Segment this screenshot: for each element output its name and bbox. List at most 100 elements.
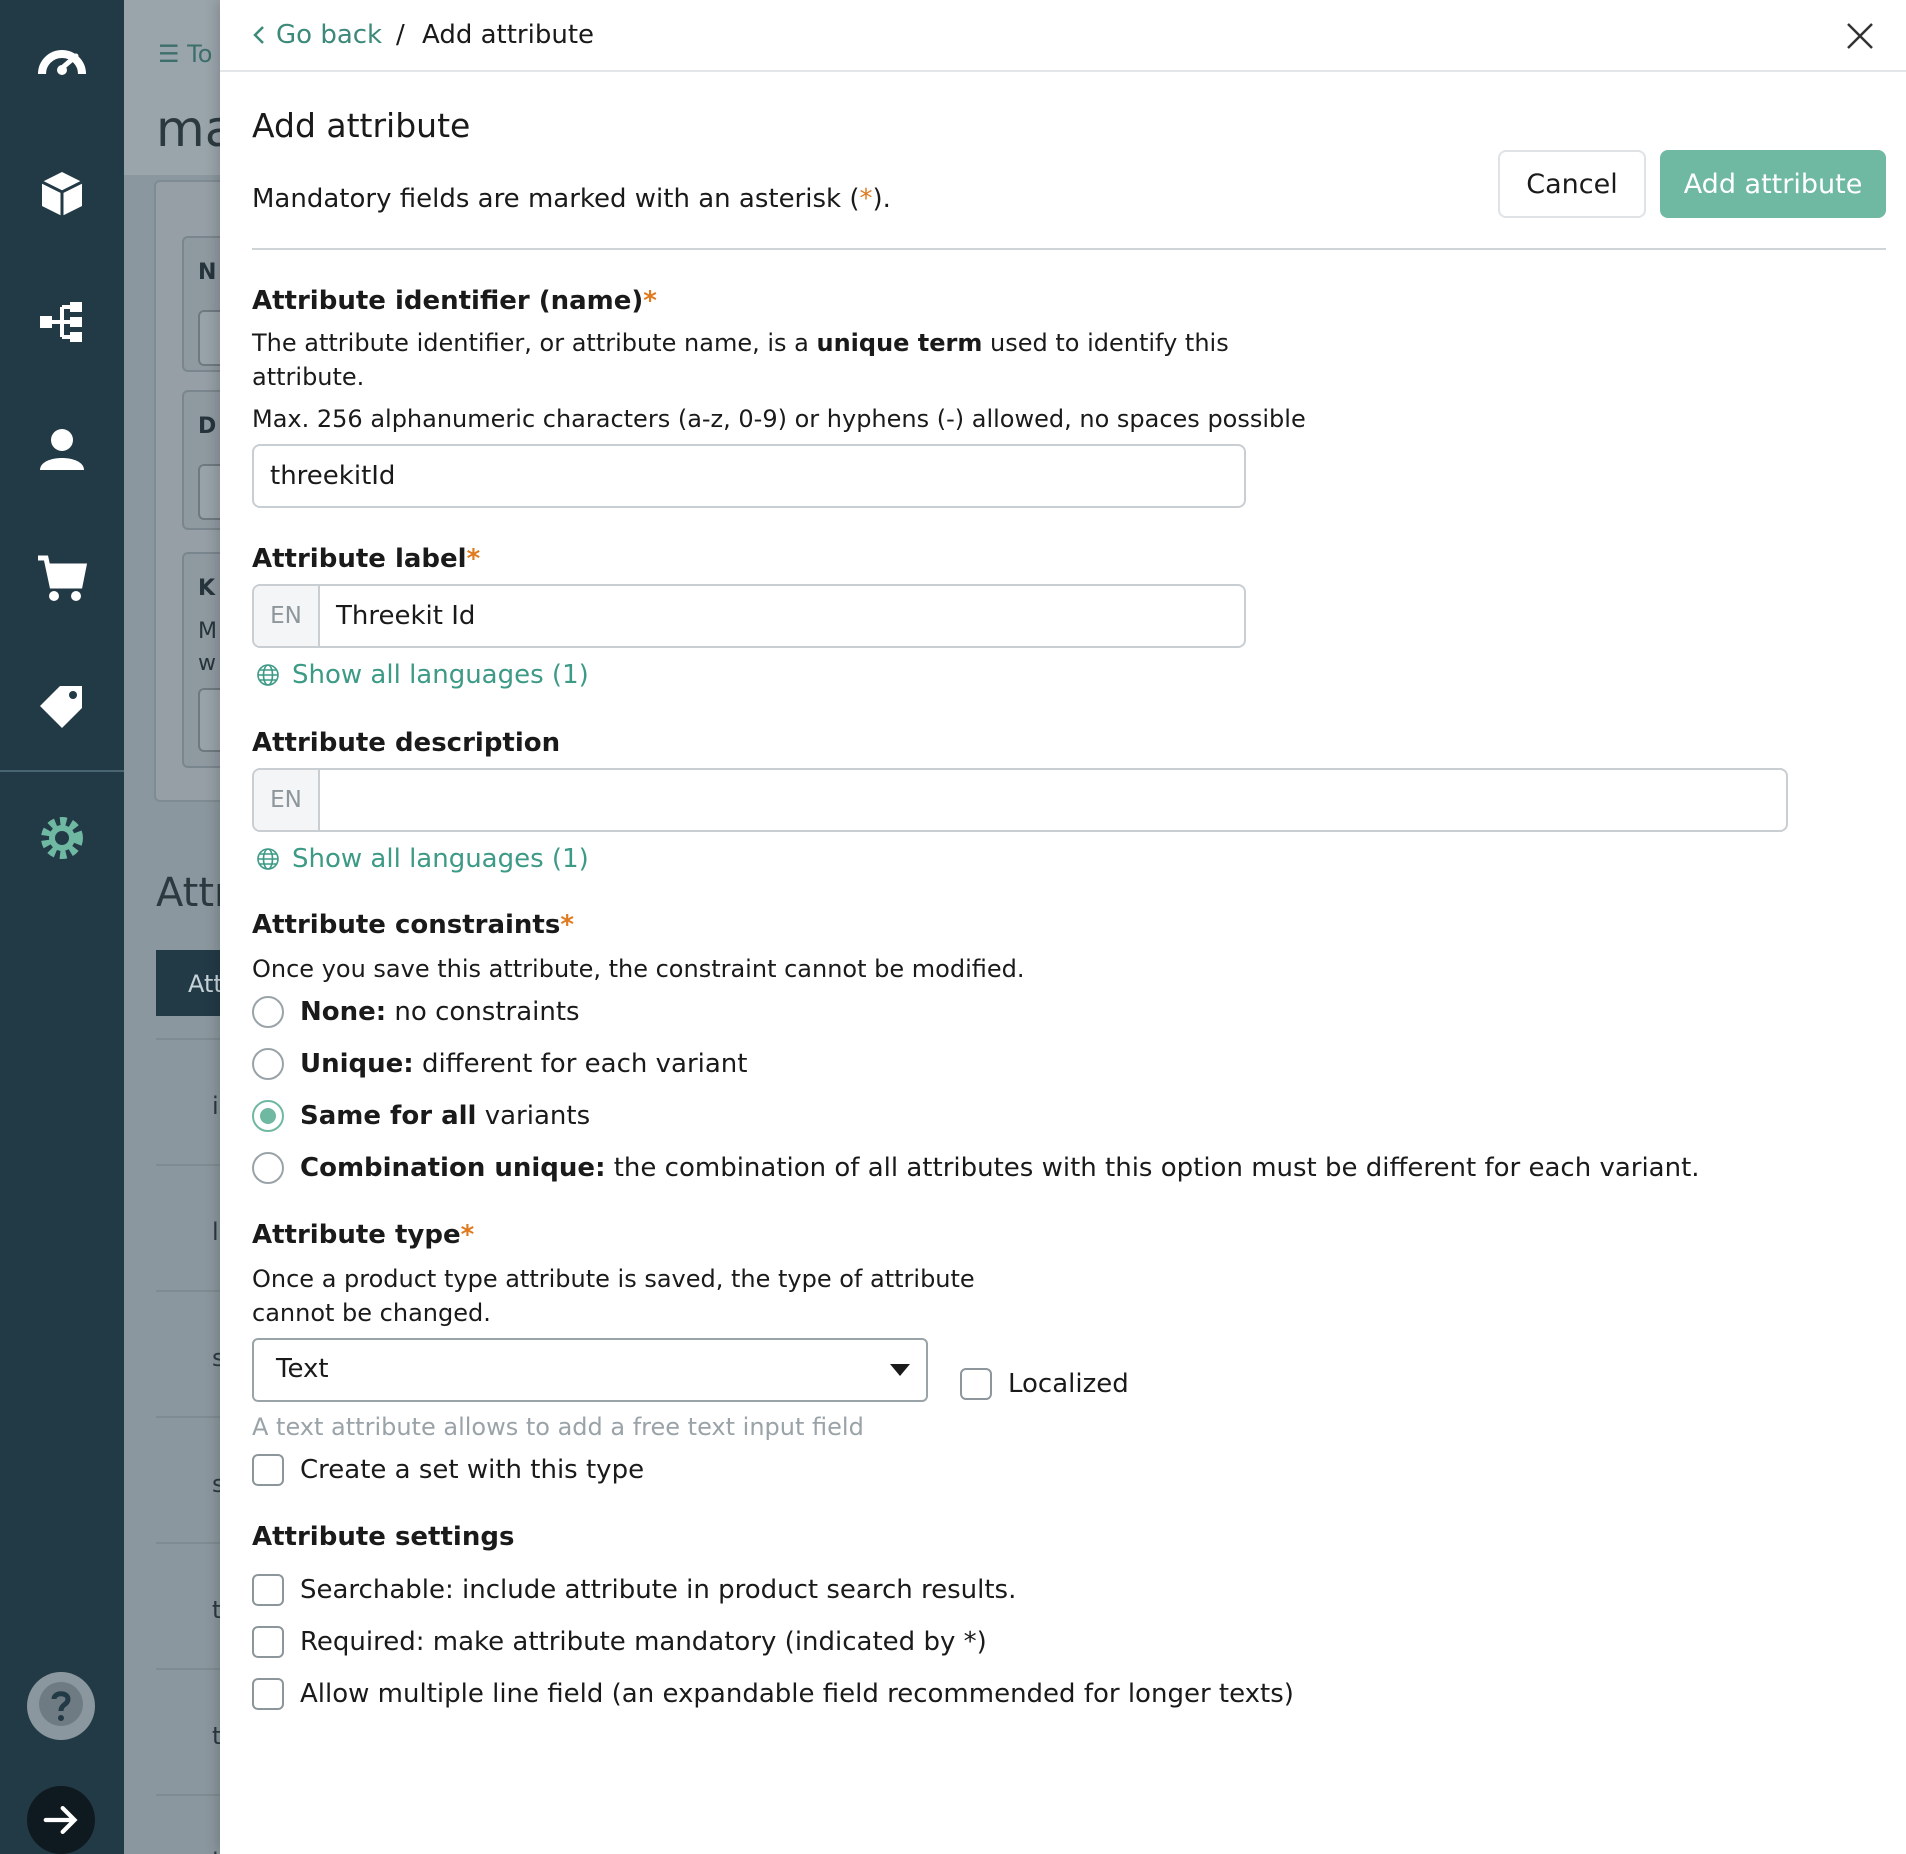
constraint-same-text: variants bbox=[476, 1101, 591, 1131]
multiline-option[interactable]: Allow multiple line field (an expandable… bbox=[252, 1678, 1294, 1710]
attribute-label-value: Threekit Id bbox=[336, 601, 476, 631]
constraint-same-label: Same for all variants bbox=[300, 1101, 590, 1131]
arrow-right-icon bbox=[43, 1806, 78, 1834]
caret-down-icon bbox=[890, 1364, 910, 1376]
constraint-none-text: no constraints bbox=[386, 997, 580, 1027]
main-nav bbox=[0, 0, 124, 1854]
checkbox[interactable] bbox=[252, 1454, 284, 1486]
background-breadcrumb: ☰ To bbox=[158, 40, 213, 68]
discounts-nav-item[interactable] bbox=[0, 656, 124, 756]
orders-nav-item[interactable] bbox=[0, 528, 124, 628]
checkbox[interactable] bbox=[252, 1626, 284, 1658]
globe-icon bbox=[257, 664, 279, 686]
constraint-unique-bold: Unique: bbox=[300, 1049, 414, 1079]
mandatory-note: Mandatory fields are marked with an aste… bbox=[252, 184, 891, 214]
asterisk: * bbox=[466, 544, 481, 574]
chevron-left-icon bbox=[253, 26, 264, 44]
help-icon bbox=[39, 1682, 83, 1726]
identifier-input-value: threekitId bbox=[270, 461, 396, 491]
constraints-label-text: Attribute constraints bbox=[252, 910, 561, 940]
close-icon[interactable] bbox=[1842, 18, 1878, 54]
settings-nav-item[interactable] bbox=[0, 788, 124, 888]
identifier-label-text: Attribute identifier (name) bbox=[252, 286, 644, 316]
hierarchy-icon bbox=[40, 302, 82, 342]
multiline-label: Allow multiple line field (an expandable… bbox=[300, 1679, 1294, 1709]
identifier-help-text: used to identify this bbox=[982, 329, 1229, 357]
constraint-none-label: None: no constraints bbox=[300, 997, 580, 1027]
go-back-link[interactable]: Go back bbox=[252, 20, 382, 50]
attribute-type-select[interactable]: Text bbox=[252, 1338, 928, 1402]
searchable-label: Searchable: include attribute in product… bbox=[300, 1575, 1017, 1605]
user-icon bbox=[40, 429, 84, 470]
products-nav-item[interactable] bbox=[0, 144, 124, 244]
attribute-type-selected: Text bbox=[276, 1354, 329, 1384]
identifier-help-bold: unique term bbox=[816, 329, 983, 357]
constraint-unique-label: Unique: different for each variant bbox=[300, 1049, 747, 1079]
nav-divider bbox=[0, 770, 124, 772]
mandatory-note-end: ). bbox=[872, 184, 891, 214]
identifier-help-text: The attribute identifier, or attribute n… bbox=[252, 329, 817, 357]
identifier-input[interactable]: threekitId bbox=[252, 444, 1246, 508]
mandatory-note-text: Mandatory fields are marked with an aste… bbox=[252, 184, 860, 214]
attribute-label-label-text: Attribute label bbox=[252, 544, 467, 574]
constraints-label: Attribute constraints* bbox=[252, 910, 574, 940]
radio-button[interactable] bbox=[252, 1048, 284, 1080]
constraint-unique-option[interactable]: Unique: different for each variant bbox=[252, 1048, 747, 1080]
dashboard-icon bbox=[38, 50, 86, 75]
show-all-languages-link[interactable]: Show all languages (1) bbox=[256, 660, 589, 690]
customers-nav-item[interactable] bbox=[0, 400, 124, 500]
radio-button[interactable] bbox=[252, 996, 284, 1028]
constraints-help: Once you save this attribute, the constr… bbox=[252, 955, 1025, 983]
identifier-label: Attribute identifier (name)* bbox=[252, 286, 657, 316]
checkbox[interactable] bbox=[960, 1368, 992, 1400]
constraint-combination-bold: Combination unique: bbox=[300, 1153, 606, 1183]
language-prefix: EN bbox=[254, 770, 320, 830]
categories-nav-item[interactable] bbox=[0, 272, 124, 372]
breadcrumb-current: Add attribute bbox=[422, 20, 595, 50]
required-label: Required: make attribute mandatory (indi… bbox=[300, 1627, 987, 1657]
background-field-letter: D bbox=[198, 414, 217, 439]
required-option[interactable]: Required: make attribute mandatory (indi… bbox=[252, 1626, 987, 1658]
drawer-title: Add attribute bbox=[252, 106, 471, 145]
searchable-option[interactable]: Searchable: include attribute in product… bbox=[252, 1574, 1016, 1606]
localized-option[interactable]: Localized bbox=[960, 1368, 1129, 1400]
dashboard-nav-item[interactable] bbox=[0, 14, 124, 114]
constraint-none-bold: None: bbox=[300, 997, 387, 1027]
type-label: Attribute type* bbox=[252, 1220, 474, 1250]
identifier-max-help: Max. 256 alphanumeric characters (a-z, 0… bbox=[252, 405, 1306, 433]
asterisk: * bbox=[460, 1220, 475, 1250]
constraint-combination-label: Combination unique: the combination of a… bbox=[300, 1153, 1700, 1183]
help-nav-item[interactable] bbox=[27, 1672, 95, 1740]
show-all-languages-link[interactable]: Show all languages (1) bbox=[256, 844, 589, 874]
create-set-option[interactable]: Create a set with this type bbox=[252, 1454, 644, 1486]
type-hint: A text attribute allows to add a free te… bbox=[252, 1413, 864, 1441]
constraint-combination-unique-option[interactable]: Combination unique: the combination of a… bbox=[252, 1152, 1700, 1184]
asterisk: * bbox=[643, 286, 657, 316]
checkbox[interactable] bbox=[252, 1678, 284, 1710]
add-attribute-drawer: Go back / Add attribute Add attribute Ma… bbox=[220, 0, 1906, 1854]
checkbox[interactable] bbox=[252, 1574, 284, 1606]
asterisk: * bbox=[560, 910, 574, 940]
attribute-label-input[interactable]: EN Threekit Id bbox=[252, 584, 1246, 648]
go-back-label: Go back bbox=[276, 20, 383, 50]
description-input[interactable]: EN bbox=[252, 768, 1788, 832]
background-field-letter: K bbox=[198, 576, 216, 601]
radio-button-selected[interactable] bbox=[252, 1100, 284, 1132]
constraint-same-for-all-option[interactable]: Same for all variants bbox=[252, 1100, 590, 1132]
background-field-letter: N bbox=[198, 260, 217, 285]
cancel-button[interactable]: Cancel bbox=[1498, 150, 1646, 218]
add-attribute-button[interactable]: Add attribute bbox=[1660, 150, 1886, 218]
collapse-nav-item[interactable] bbox=[27, 1786, 95, 1854]
constraint-combination-text: the combination of all attributes with t… bbox=[605, 1153, 1700, 1183]
type-help-line2: cannot be changed. bbox=[252, 1299, 491, 1327]
settings-label: Attribute settings bbox=[252, 1522, 515, 1552]
radio-button[interactable] bbox=[252, 1152, 284, 1184]
header-divider bbox=[252, 248, 1886, 250]
globe-icon bbox=[257, 848, 279, 870]
localized-label: Localized bbox=[1008, 1369, 1129, 1399]
cart-icon bbox=[38, 555, 88, 601]
constraint-none-option[interactable]: None: no constraints bbox=[252, 996, 580, 1028]
box-icon bbox=[41, 172, 83, 216]
tag-icon bbox=[40, 686, 82, 728]
show-all-languages-label: Show all languages (1) bbox=[292, 844, 589, 874]
